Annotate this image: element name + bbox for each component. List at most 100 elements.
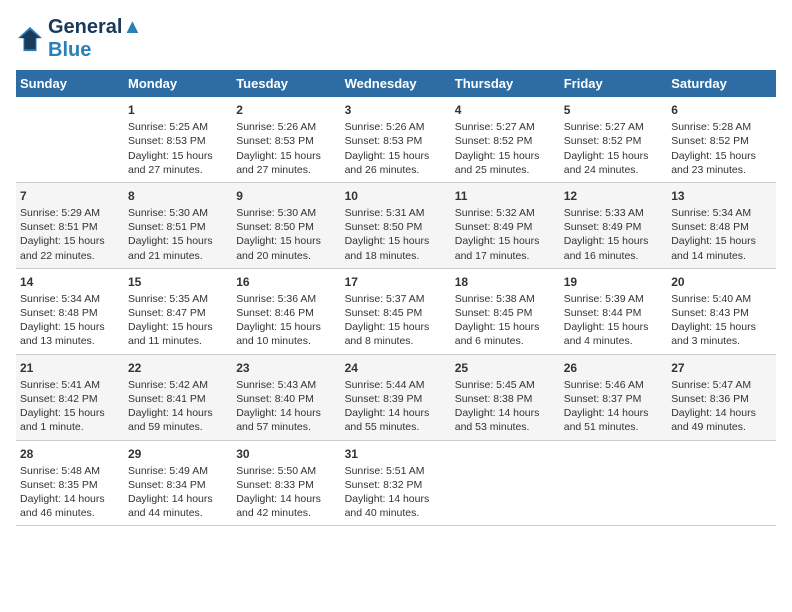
day-number: 7: [20, 188, 120, 204]
week-row-1: 1 Sunrise: 5:25 AM Sunset: 8:53 PM Daylig…: [16, 97, 776, 182]
day-info: Sunrise: 5:39 AM Sunset: 8:44 PM Dayligh…: [564, 293, 649, 348]
day-info: Sunrise: 5:41 AM Sunset: 8:42 PM Dayligh…: [20, 379, 105, 434]
day-cell: 31 Sunrise: 5:51 AM Sunset: 8:32 PM Dayli…: [341, 440, 451, 526]
week-row-2: 7 Sunrise: 5:29 AM Sunset: 8:51 PM Daylig…: [16, 182, 776, 268]
day-info: Sunrise: 5:46 AM Sunset: 8:37 PM Dayligh…: [564, 379, 649, 434]
day-cell: [16, 97, 124, 182]
day-cell: 1 Sunrise: 5:25 AM Sunset: 8:53 PM Daylig…: [124, 97, 232, 182]
day-cell: 22 Sunrise: 5:42 AM Sunset: 8:41 PM Dayli…: [124, 354, 232, 440]
day-info: Sunrise: 5:44 AM Sunset: 8:39 PM Dayligh…: [345, 379, 430, 434]
day-number: 1: [128, 102, 228, 118]
day-info: Sunrise: 5:30 AM Sunset: 8:50 PM Dayligh…: [236, 207, 321, 262]
day-number: 31: [345, 446, 447, 462]
day-cell: 10 Sunrise: 5:31 AM Sunset: 8:50 PM Dayli…: [341, 182, 451, 268]
day-info: Sunrise: 5:35 AM Sunset: 8:47 PM Dayligh…: [128, 293, 213, 348]
day-info: Sunrise: 5:43 AM Sunset: 8:40 PM Dayligh…: [236, 379, 321, 434]
day-number: 6: [671, 102, 772, 118]
day-number: 24: [345, 360, 447, 376]
day-info: Sunrise: 5:28 AM Sunset: 8:52 PM Dayligh…: [671, 121, 756, 176]
day-info: Sunrise: 5:34 AM Sunset: 8:48 PM Dayligh…: [20, 293, 105, 348]
day-info: Sunrise: 5:26 AM Sunset: 8:53 PM Dayligh…: [345, 121, 430, 176]
day-info: Sunrise: 5:26 AM Sunset: 8:53 PM Dayligh…: [236, 121, 321, 176]
day-cell: 24 Sunrise: 5:44 AM Sunset: 8:39 PM Dayli…: [341, 354, 451, 440]
day-number: 23: [236, 360, 336, 376]
day-cell: 15Sunrise: 5:35 AM Sunset: 8:47 PM Dayli…: [124, 268, 232, 354]
day-info: Sunrise: 5:27 AM Sunset: 8:52 PM Dayligh…: [455, 121, 540, 176]
day-cell: 7 Sunrise: 5:29 AM Sunset: 8:51 PM Daylig…: [16, 182, 124, 268]
day-info: Sunrise: 5:25 AM Sunset: 8:53 PM Dayligh…: [128, 121, 213, 176]
day-cell: 4 Sunrise: 5:27 AM Sunset: 8:52 PM Daylig…: [451, 97, 560, 182]
day-number: 25: [455, 360, 556, 376]
day-info: Sunrise: 5:42 AM Sunset: 8:41 PM Dayligh…: [128, 379, 213, 434]
day-number: 14: [20, 274, 120, 290]
day-number: 5: [564, 102, 663, 118]
header-friday: Friday: [560, 70, 667, 97]
day-info: Sunrise: 5:38 AM Sunset: 8:45 PM Dayligh…: [455, 293, 540, 348]
day-info: Sunrise: 5:45 AM Sunset: 8:38 PM Dayligh…: [455, 379, 540, 434]
day-cell: 9 Sunrise: 5:30 AM Sunset: 8:50 PM Daylig…: [232, 182, 340, 268]
week-row-4: 21 Sunrise: 5:41 AM Sunset: 8:42 PM Dayli…: [16, 354, 776, 440]
day-number: 22: [128, 360, 228, 376]
header-tuesday: Tuesday: [232, 70, 340, 97]
day-cell: 6 Sunrise: 5:28 AM Sunset: 8:52 PM Daylig…: [667, 97, 776, 182]
day-number: 21: [20, 360, 120, 376]
calendar-header-row: SundayMondayTuesdayWednesdayThursdayFrid…: [16, 70, 776, 97]
day-cell: 3 Sunrise: 5:26 AM Sunset: 8:53 PM Daylig…: [341, 97, 451, 182]
day-cell: [667, 440, 776, 526]
day-number: 4: [455, 102, 556, 118]
day-info: Sunrise: 5:47 AM Sunset: 8:36 PM Dayligh…: [671, 379, 756, 434]
calendar-table: SundayMondayTuesdayWednesdayThursdayFrid…: [16, 70, 776, 526]
day-number: 17: [345, 274, 447, 290]
day-cell: [560, 440, 667, 526]
day-info: Sunrise: 5:30 AM Sunset: 8:51 PM Dayligh…: [128, 207, 213, 262]
day-number: 12: [564, 188, 663, 204]
day-cell: 16Sunrise: 5:36 AM Sunset: 8:46 PM Dayli…: [232, 268, 340, 354]
day-number: 19: [564, 274, 663, 290]
day-info: Sunrise: 5:48 AM Sunset: 8:35 PM Dayligh…: [20, 465, 105, 520]
day-number: 2: [236, 102, 336, 118]
day-cell: 2 Sunrise: 5:26 AM Sunset: 8:53 PM Daylig…: [232, 97, 340, 182]
day-cell: 25 Sunrise: 5:45 AM Sunset: 8:38 PM Dayli…: [451, 354, 560, 440]
day-number: 30: [236, 446, 336, 462]
day-number: 27: [671, 360, 772, 376]
day-number: 13: [671, 188, 772, 204]
day-number: 9: [236, 188, 336, 204]
day-info: Sunrise: 5:34 AM Sunset: 8:48 PM Dayligh…: [671, 207, 756, 262]
week-row-5: 28 Sunrise: 5:48 AM Sunset: 8:35 PM Dayli…: [16, 440, 776, 526]
day-cell: 12Sunrise: 5:33 AM Sunset: 8:49 PM Dayli…: [560, 182, 667, 268]
day-cell: 18 Sunrise: 5:38 AM Sunset: 8:45 PM Dayli…: [451, 268, 560, 354]
header-sunday: Sunday: [16, 70, 124, 97]
day-info: Sunrise: 5:31 AM Sunset: 8:50 PM Dayligh…: [345, 207, 430, 262]
day-info: Sunrise: 5:49 AM Sunset: 8:34 PM Dayligh…: [128, 465, 213, 520]
day-cell: 28 Sunrise: 5:48 AM Sunset: 8:35 PM Dayli…: [16, 440, 124, 526]
day-number: 26: [564, 360, 663, 376]
logo-icon: [16, 25, 44, 53]
day-number: 18: [455, 274, 556, 290]
day-info: Sunrise: 5:29 AM Sunset: 8:51 PM Dayligh…: [20, 207, 105, 262]
day-cell: 26 Sunrise: 5:46 AM Sunset: 8:37 PM Dayli…: [560, 354, 667, 440]
day-number: 11: [455, 188, 556, 204]
day-cell: 29 Sunrise: 5:49 AM Sunset: 8:34 PM Dayli…: [124, 440, 232, 526]
day-number: 16: [236, 274, 336, 290]
week-row-3: 14 Sunrise: 5:34 AM Sunset: 8:48 PM Dayli…: [16, 268, 776, 354]
day-info: Sunrise: 5:51 AM Sunset: 8:32 PM Dayligh…: [345, 465, 430, 520]
day-number: 8: [128, 188, 228, 204]
day-info: Sunrise: 5:32 AM Sunset: 8:49 PM Dayligh…: [455, 207, 540, 262]
day-cell: 5Sunrise: 5:27 AM Sunset: 8:52 PM Daylig…: [560, 97, 667, 182]
day-cell: 27 Sunrise: 5:47 AM Sunset: 8:36 PM Dayli…: [667, 354, 776, 440]
day-number: 29: [128, 446, 228, 462]
day-number: 28: [20, 446, 120, 462]
day-cell: 11 Sunrise: 5:32 AM Sunset: 8:49 PM Dayli…: [451, 182, 560, 268]
day-cell: 19 Sunrise: 5:39 AM Sunset: 8:44 PM Dayli…: [560, 268, 667, 354]
day-cell: 23 Sunrise: 5:43 AM Sunset: 8:40 PM Dayli…: [232, 354, 340, 440]
header-wednesday: Wednesday: [341, 70, 451, 97]
day-number: 10: [345, 188, 447, 204]
logo-text: General▲ Blue: [48, 16, 142, 62]
day-number: 20: [671, 274, 772, 290]
day-number: 3: [345, 102, 447, 118]
logo: General▲ Blue: [16, 16, 142, 62]
day-cell: [451, 440, 560, 526]
day-cell: 13 Sunrise: 5:34 AM Sunset: 8:48 PM Dayli…: [667, 182, 776, 268]
header-thursday: Thursday: [451, 70, 560, 97]
day-info: Sunrise: 5:50 AM Sunset: 8:33 PM Dayligh…: [236, 465, 321, 520]
